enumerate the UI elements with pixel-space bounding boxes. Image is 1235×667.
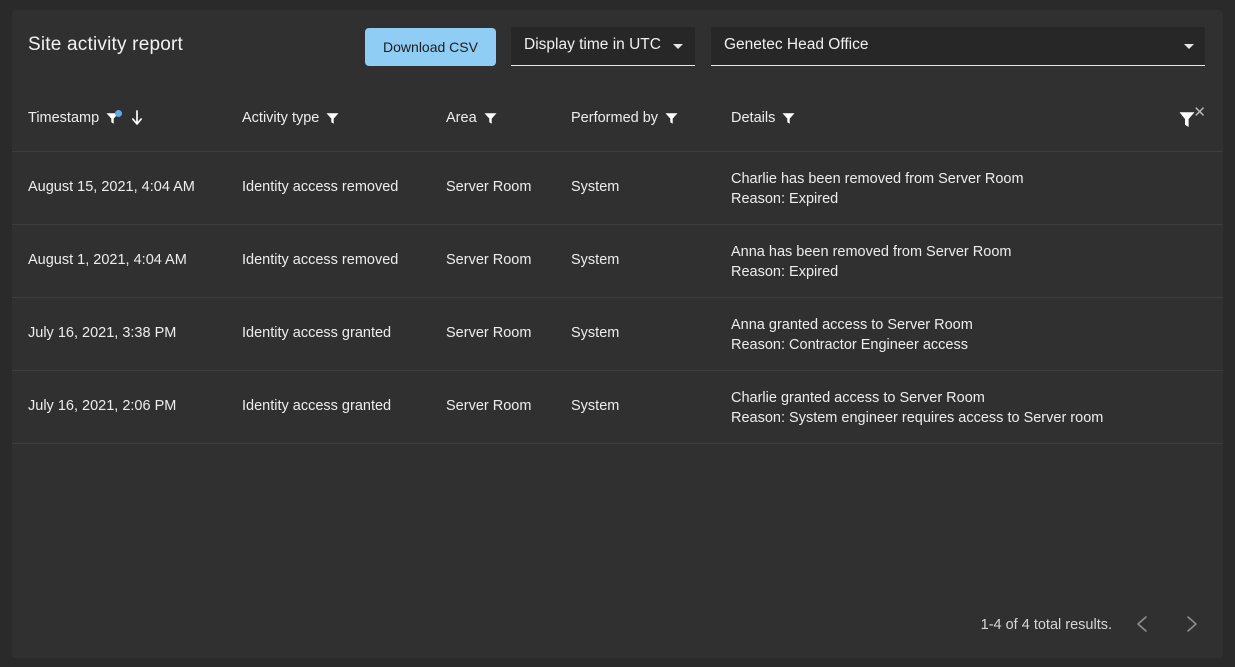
cell-timestamp: August 1, 2021, 4:04 AM [28, 252, 187, 268]
download-csv-button[interactable]: Download CSV [365, 28, 496, 66]
cell-performed-by: System [571, 398, 619, 414]
filter-funnel-icon[interactable] [665, 112, 678, 125]
detail-primary-line: Anna granted access to Server Room [731, 315, 973, 335]
cell-timestamp: July 16, 2021, 2:06 PM [28, 398, 176, 414]
column-header-area[interactable]: Area [446, 110, 497, 126]
column-header-activity-type[interactable]: Activity type [242, 110, 339, 126]
cell-area: Server Room [446, 252, 531, 268]
filter-funnel-icon[interactable] [782, 112, 795, 125]
page-title: Site activity report [28, 34, 183, 56]
site-dropdown-value: Genetec Head Office [724, 36, 868, 54]
filter-funnel-icon[interactable] [106, 112, 119, 125]
site-dropdown[interactable]: Genetec Head Office [711, 27, 1205, 66]
column-header-details[interactable]: Details [731, 110, 795, 126]
results-count-label: 1-4 of 4 total results. [981, 617, 1112, 633]
column-header-label: Details [731, 110, 775, 126]
cell-details: Charlie has been removed from Server Roo… [731, 169, 1024, 209]
column-header-label: Performed by [571, 110, 658, 126]
cell-details: Anna has been removed from Server Room R… [731, 242, 1011, 282]
table-row[interactable]: July 16, 2021, 3:38 PM Identity access g… [12, 298, 1223, 371]
panel-header: Site activity report Download CSV Displa… [12, 10, 1223, 90]
detail-reason-line: Reason: Expired [731, 262, 1011, 282]
filter-funnel-icon[interactable] [484, 112, 497, 125]
site-activity-report-page: Site activity report Download CSV Displa… [0, 0, 1235, 667]
pagination-footer: 1-4 of 4 total results. [12, 588, 1223, 658]
cell-timestamp: August 15, 2021, 4:04 AM [28, 179, 195, 195]
close-x-icon: ✕ [1193, 105, 1206, 120]
detail-reason-line: Reason: Contractor Engineer access [731, 335, 973, 355]
column-header-label: Activity type [242, 110, 319, 126]
cell-activity-type: Identity access removed [242, 252, 398, 268]
chevron-left-icon[interactable] [1129, 610, 1157, 638]
chevron-right-icon[interactable] [1177, 610, 1205, 638]
cell-performed-by: System [571, 325, 619, 341]
column-header-label: Timestamp [28, 110, 99, 126]
cell-area: Server Room [446, 179, 531, 195]
detail-primary-line: Charlie has been removed from Server Roo… [731, 169, 1024, 189]
table-body: August 15, 2021, 4:04 AM Identity access… [12, 152, 1223, 444]
detail-reason-line: Reason: Expired [731, 189, 1024, 209]
report-panel: Site activity report Download CSV Displa… [12, 10, 1223, 658]
table-row[interactable]: August 1, 2021, 4:04 AM Identity access … [12, 225, 1223, 298]
filter-funnel-icon[interactable] [326, 112, 339, 125]
column-header-label: Area [446, 110, 477, 126]
cell-details: Anna granted access to Server Room Reaso… [731, 315, 973, 355]
chevron-down-icon [673, 44, 683, 49]
table-column-headers: Timestamp Activity type Area [12, 90, 1223, 152]
cell-activity-type: Identity access removed [242, 179, 398, 195]
filter-active-indicator [115, 110, 122, 117]
cell-details: Charlie granted access to Server Room Re… [731, 388, 1103, 428]
table-row[interactable]: July 16, 2021, 2:06 PM Identity access g… [12, 371, 1223, 444]
cell-performed-by: System [571, 179, 619, 195]
cell-activity-type: Identity access granted [242, 325, 391, 341]
cell-performed-by: System [571, 252, 619, 268]
sort-descending-arrow-icon[interactable] [130, 110, 144, 126]
clear-filter-icon[interactable]: ✕ [1179, 107, 1205, 131]
chevron-down-icon [1184, 44, 1194, 49]
cell-area: Server Room [446, 398, 531, 414]
detail-primary-line: Charlie granted access to Server Room [731, 388, 1103, 408]
cell-area: Server Room [446, 325, 531, 341]
time-zone-dropdown-value: Display time in UTC [524, 36, 661, 54]
detail-reason-line: Reason: System engineer requires access … [731, 408, 1103, 428]
column-header-performed-by[interactable]: Performed by [571, 110, 678, 126]
time-zone-dropdown[interactable]: Display time in UTC [511, 27, 695, 66]
table-row[interactable]: August 15, 2021, 4:04 AM Identity access… [12, 152, 1223, 225]
cell-timestamp: July 16, 2021, 3:38 PM [28, 325, 176, 341]
column-header-timestamp[interactable]: Timestamp [28, 110, 144, 126]
cell-activity-type: Identity access granted [242, 398, 391, 414]
detail-primary-line: Anna has been removed from Server Room [731, 242, 1011, 262]
